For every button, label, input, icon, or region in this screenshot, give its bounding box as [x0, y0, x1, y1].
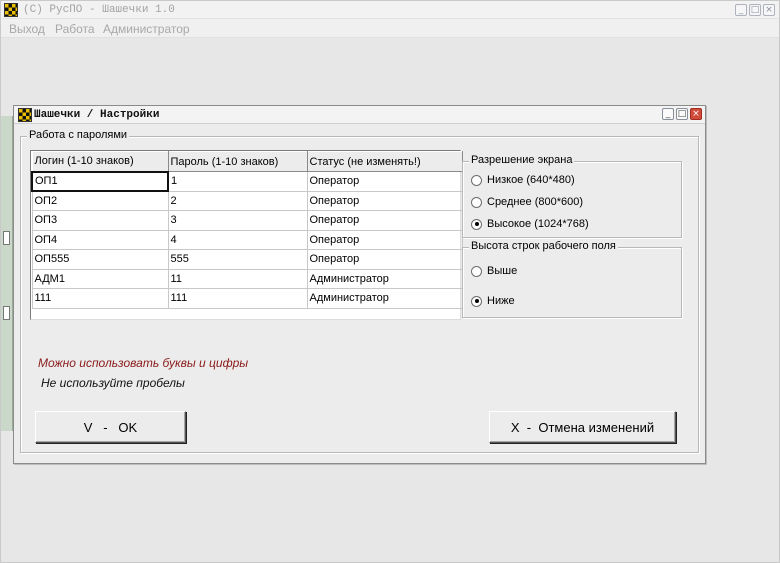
maximize-icon[interactable]: □	[749, 4, 761, 16]
dialog-title: Шашечки / Настройки	[34, 109, 160, 121]
dialog-app-icon	[18, 108, 32, 122]
radio-label: Низкое (640*480)	[487, 174, 575, 186]
table-header-row: Логин (1-10 знаков) Пароль (1-10 знаков)…	[31, 151, 463, 172]
minimize-icon[interactable]: _	[735, 4, 747, 16]
login-cell[interactable]: 111	[31, 288, 169, 309]
column-header-password[interactable]: Пароль (1-10 знаков)	[167, 151, 308, 172]
background-field	[3, 306, 10, 320]
status-cell[interactable]: Оператор	[306, 249, 463, 270]
password-cell[interactable]: 4	[167, 229, 308, 250]
login-cell[interactable]: АДМ1	[31, 268, 169, 289]
settings-dialog: Шашечки / Настройки _ □ × Работа с парол…	[13, 105, 706, 464]
login-cell[interactable]: ОП555	[31, 249, 169, 270]
table-row[interactable]: ОП4 4 Оператор	[31, 229, 463, 250]
app-icon	[4, 3, 18, 17]
table-row[interactable]: 111 111 Администратор	[31, 288, 463, 309]
password-cell[interactable]: 111	[167, 288, 308, 309]
login-cell[interactable]: ОП3	[31, 210, 169, 231]
radio-label: Высокое (1024*768)	[487, 218, 589, 230]
table-row[interactable]: ОП1 1 Оператор	[31, 170, 463, 192]
status-cell[interactable]: Оператор	[306, 171, 463, 192]
column-header-status[interactable]: Статус (не изменять!)	[306, 151, 463, 172]
radio-button-checked-icon[interactable]	[471, 218, 482, 230]
menubar: Выход Работа Администратор	[1, 19, 779, 38]
table-row[interactable]: ОП555 555 Оператор	[31, 249, 463, 270]
radio-height-lower[interactable]: Ниже	[471, 295, 515, 307]
column-header-login[interactable]: Логин (1-10 знаков)	[31, 151, 169, 172]
status-cell[interactable]: Администратор	[306, 288, 463, 309]
table-row[interactable]: ОП3 3 Оператор	[31, 210, 463, 231]
password-cell[interactable]: 1	[167, 171, 308, 192]
app-titlebar: (C) РусПО - Шашечки 1.0 _ □ ×	[1, 1, 779, 19]
passwords-group-label: Работа с паролями	[27, 129, 130, 141]
radio-button-icon[interactable]	[471, 265, 482, 277]
status-cell[interactable]: Оператор	[306, 210, 463, 231]
main-window: (C) РусПО - Шашечки 1.0 _ □ × Выход Рабо…	[0, 0, 780, 563]
table-row[interactable]: ОП2 2 Оператор	[31, 190, 463, 211]
radio-resolution-low[interactable]: Низкое (640*480)	[471, 174, 575, 186]
menu-admin[interactable]: Администратор	[103, 22, 190, 36]
radio-button-icon[interactable]	[471, 174, 482, 186]
row-height-group-label: Высота строк рабочего поля	[469, 240, 618, 252]
radio-resolution-high[interactable]: Высокое (1024*768)	[471, 218, 589, 230]
background-window-edge	[1, 116, 13, 431]
dialog-minimize-icon[interactable]: _	[662, 108, 674, 120]
dialog-titlebar[interactable]: Шашечки / Настройки _ □ ×	[14, 106, 705, 124]
background-field	[3, 231, 10, 245]
radio-resolution-medium[interactable]: Среднее (800*600)	[471, 196, 583, 208]
password-cell[interactable]: 555	[167, 249, 308, 270]
password-cell[interactable]: 2	[167, 190, 308, 211]
status-cell[interactable]: Оператор	[306, 229, 463, 250]
radio-label: Ниже	[487, 295, 515, 307]
app-title: (C) РусПО - Шашечки 1.0	[23, 4, 175, 16]
close-icon[interactable]: ×	[763, 4, 775, 16]
hint-letters-digits: Можно использовать буквы и цифры	[38, 356, 249, 370]
row-height-group: Высота строк рабочего поля Выше Ниже	[462, 240, 682, 318]
password-cell[interactable]: 3	[167, 210, 308, 231]
password-cell[interactable]: 11	[167, 268, 308, 289]
resolution-group: Разрешение экрана Низкое (640*480) Средн…	[462, 154, 682, 238]
dialog-maximize-icon[interactable]: □	[676, 108, 688, 120]
menu-work[interactable]: Работа	[55, 22, 95, 36]
table-row[interactable]: АДМ1 11 Администратор	[31, 268, 463, 289]
cancel-changes-button[interactable]: X - Отмена изменений	[489, 411, 676, 443]
resolution-group-label: Разрешение экрана	[469, 154, 575, 166]
login-cell[interactable]: ОП2	[31, 190, 169, 211]
dialog-close-icon[interactable]: ×	[690, 108, 702, 120]
status-cell[interactable]: Оператор	[306, 190, 463, 211]
login-cell[interactable]: ОП1	[31, 170, 169, 192]
passwords-table[interactable]: Логин (1-10 знаков) Пароль (1-10 знаков)…	[30, 150, 463, 320]
dialog-window-controls: _ □ ×	[662, 108, 702, 120]
status-cell[interactable]: Администратор	[306, 268, 463, 289]
radio-button-icon[interactable]	[471, 196, 482, 208]
radio-label: Выше	[487, 265, 518, 277]
login-cell[interactable]: ОП4	[31, 229, 169, 250]
hint-no-spaces: Не используйте пробелы	[41, 376, 185, 390]
app-window-controls: _ □ ×	[735, 4, 775, 16]
radio-button-checked-icon[interactable]	[471, 295, 482, 307]
radio-height-higher[interactable]: Выше	[471, 265, 517, 277]
menu-exit[interactable]: Выход	[9, 22, 45, 36]
radio-label: Среднее (800*600)	[487, 196, 584, 208]
ok-button[interactable]: V - OK	[35, 411, 186, 443]
